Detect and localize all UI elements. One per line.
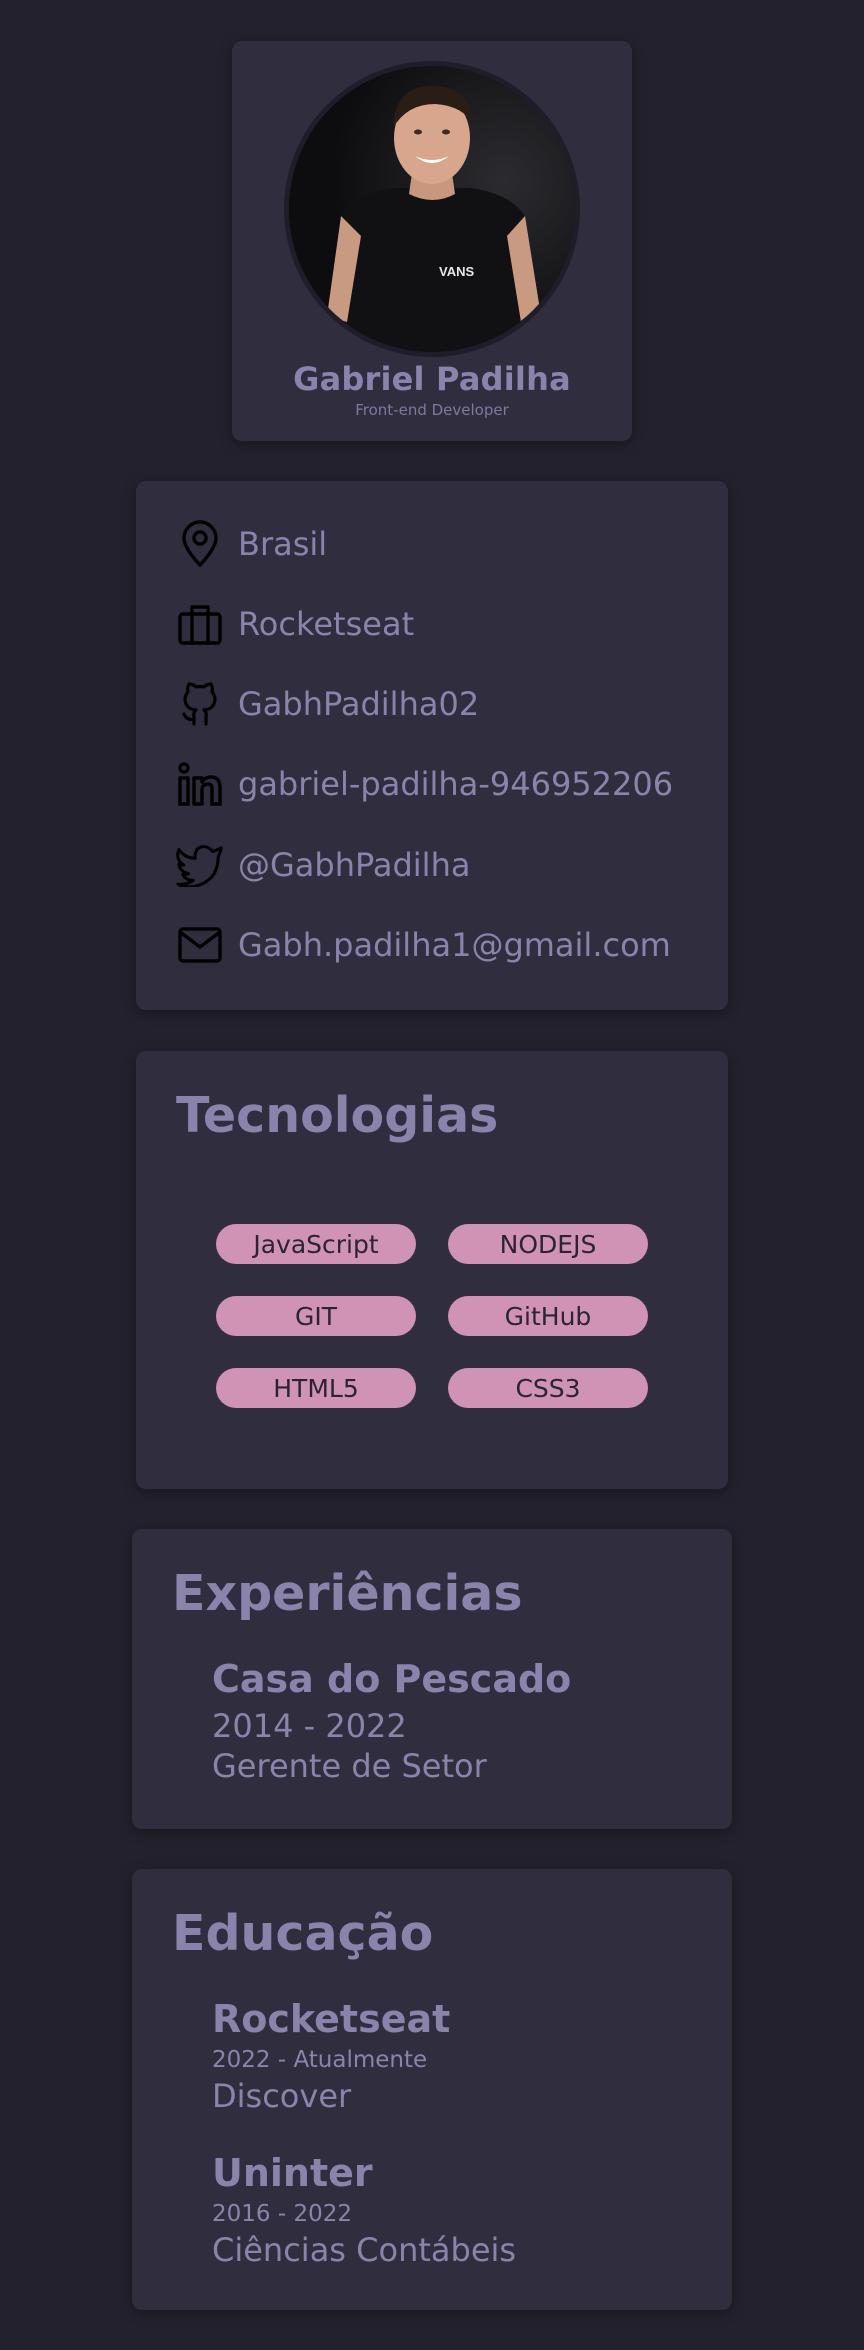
linkedin-icon (176, 760, 224, 808)
twitter-icon (176, 841, 224, 889)
tech-pill: GIT (216, 1296, 416, 1336)
experience-company: Casa do Pescado (212, 1657, 572, 1701)
education-course: Discover (212, 2077, 352, 2115)
tech-pill: GitHub (448, 1296, 648, 1336)
mail-icon (176, 921, 224, 969)
tech-pill: HTML5 (216, 1368, 416, 1408)
education-card: Educação Rocketseat 2022 - Atualmente Di… (132, 1869, 732, 2310)
experience-card: Experiências Casa do Pescado 2014 - 2022… (132, 1529, 732, 1829)
tech-pill: JavaScript (216, 1224, 416, 1264)
contacts-card: Brasil Rocketseat GabhPadilha02 gabriel-… (136, 481, 728, 1010)
contact-github[interactable]: GabhPadilha02 (176, 679, 479, 729)
briefcase-icon (176, 600, 224, 648)
experience-period: 2014 - 2022 (212, 1707, 407, 1745)
contact-company-text: Rocketseat (238, 605, 415, 643)
education-period: 2016 - 2022 (212, 2201, 352, 2227)
technologies-title: Tecnologias (176, 1087, 499, 1144)
avatar-photo: VANS (289, 66, 575, 352)
contact-email[interactable]: Gabh.padilha1@gmail.com (176, 920, 671, 970)
profile-card: VANS Gabriel Padilha Front-end Developer (232, 41, 632, 441)
education-school: Uninter (212, 2151, 373, 2195)
contact-email-text[interactable]: Gabh.padilha1@gmail.com (238, 926, 671, 964)
svg-text:VANS: VANS (439, 264, 474, 279)
contact-twitter-text[interactable]: @GabhPadilha (238, 846, 470, 884)
experience-title: Experiências (172, 1565, 523, 1622)
education-school: Rocketseat (212, 1997, 451, 2041)
profile-role: Front-end Developer (355, 401, 509, 419)
avatar: VANS (284, 61, 580, 357)
contact-location: Brasil (176, 519, 327, 569)
contact-twitter[interactable]: @GabhPadilha (176, 840, 470, 890)
contact-location-text: Brasil (238, 525, 328, 563)
tech-pill: CSS3 (448, 1368, 648, 1408)
contact-linkedin-text[interactable]: gabriel-padilha-946952206 (238, 765, 673, 803)
map-pin-icon (176, 520, 224, 568)
education-period: 2022 - Atualmente (212, 2047, 428, 2073)
profile-name: Gabriel Padilha (293, 360, 571, 398)
contact-github-text[interactable]: GabhPadilha02 (238, 685, 479, 723)
education-course: Ciências Contábeis (212, 2231, 517, 2269)
tech-pill: NODEJS (448, 1224, 648, 1264)
github-icon (176, 680, 224, 728)
contact-linkedin[interactable]: gabriel-padilha-946952206 (176, 759, 673, 809)
technologies-card: Tecnologias JavaScript NODEJS GIT GitHub… (136, 1051, 728, 1489)
contact-company: Rocketseat (176, 599, 414, 649)
experience-role: Gerente de Setor (212, 1747, 487, 1785)
education-title: Educação (172, 1905, 434, 1962)
